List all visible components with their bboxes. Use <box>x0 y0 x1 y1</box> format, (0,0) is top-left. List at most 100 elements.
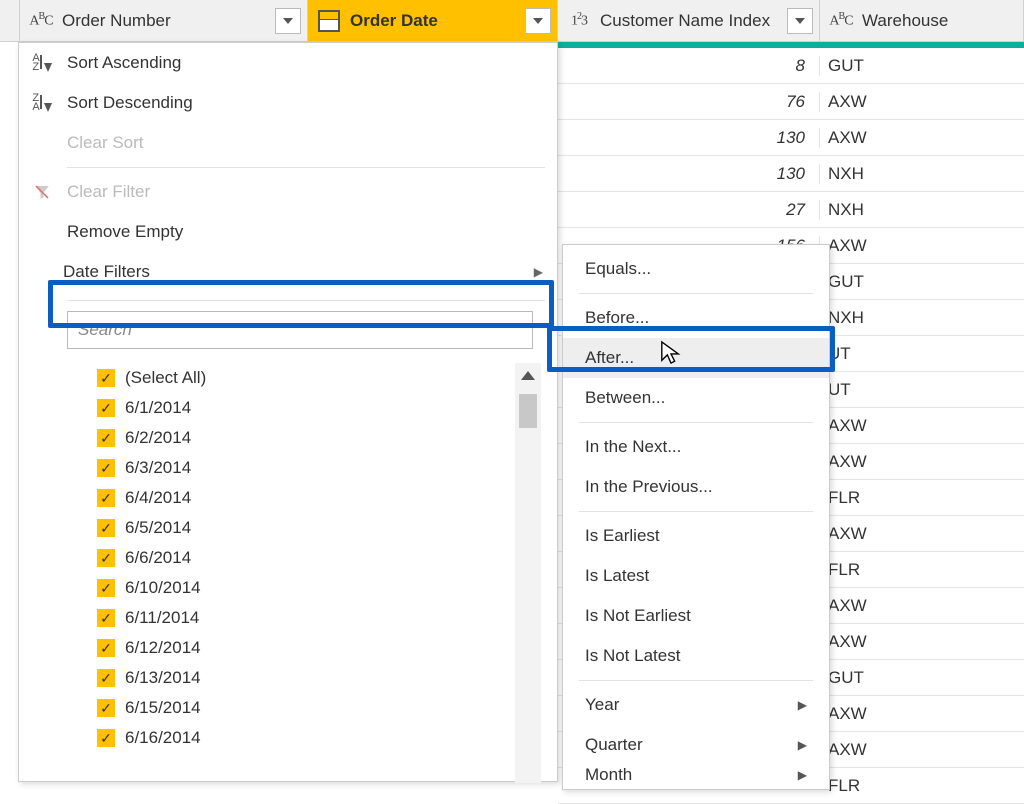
checkbox-checked-icon[interactable]: ✓ <box>97 429 115 447</box>
checkbox-checked-icon[interactable]: ✓ <box>97 729 115 747</box>
filter-value-item[interactable]: ✓6/10/2014 <box>97 573 539 603</box>
checkbox-checked-icon[interactable]: ✓ <box>97 369 115 387</box>
submenu-in-next[interactable]: In the Next... <box>563 427 829 467</box>
scroll-thumb[interactable] <box>519 394 537 428</box>
submenu-year[interactable]: Year▶ <box>563 685 829 725</box>
cell-warehouse: UT <box>820 344 1024 364</box>
filter-value-item[interactable]: ✓6/5/2014 <box>97 513 539 543</box>
submenu-is-not-earliest[interactable]: Is Not Earliest <box>563 596 829 636</box>
checkbox-checked-icon[interactable]: ✓ <box>97 579 115 597</box>
table-row[interactable]: 27NXH <box>558 192 1024 228</box>
scroll-up-icon[interactable] <box>521 371 535 380</box>
menu-separator <box>67 300 545 301</box>
scrollbar[interactable] <box>515 363 541 783</box>
submenu-is-not-latest[interactable]: Is Not Latest <box>563 636 829 676</box>
filter-value-item[interactable]: ✓ 6/11/2014 <box>97 603 539 633</box>
filter-search-input[interactable]: Search <box>67 311 533 349</box>
filter-value-item[interactable]: ✓ 6/4/2014 <box>97 483 539 513</box>
filter-value-item[interactable]: ✓6/15/2014 <box>97 693 539 723</box>
checkbox-checked-icon[interactable]: ✓ <box>97 459 115 477</box>
menu-remove-empty[interactable]: Remove Empty <box>19 212 557 252</box>
table-row[interactable]: 8GUT <box>558 48 1024 84</box>
submenu-label: In the Next... <box>585 437 681 457</box>
filter-value-item[interactable]: ✓(Select All) <box>97 363 539 393</box>
cell-warehouse: AXW <box>820 416 1024 436</box>
table-row[interactable]: 130AXW <box>558 120 1024 156</box>
filter-value-item[interactable]: ✓ 6/3/2014 <box>97 453 539 483</box>
cell-customer-index: 27 <box>558 200 820 220</box>
column-filter-button[interactable] <box>275 8 301 34</box>
cell-customer-index: 130 <box>558 128 820 148</box>
cell-warehouse: FLR <box>820 560 1024 580</box>
column-header-order-date[interactable]: Order Date <box>308 0 558 41</box>
filter-value-item[interactable]: ✓6/6/2014 <box>97 543 539 573</box>
menu-clear-sort: Clear Sort <box>19 123 557 163</box>
cell-warehouse: AXW <box>820 128 1024 148</box>
checkbox-checked-icon[interactable]: ✓ <box>97 639 115 657</box>
submenu-in-previous[interactable]: In the Previous... <box>563 467 829 507</box>
date-type-icon <box>314 6 344 36</box>
column-headers: ABC Order Number Order Date 123 Customer… <box>0 0 1024 42</box>
filter-value-item[interactable]: ✓6/2/2014 <box>97 423 539 453</box>
column-filter-button[interactable] <box>525 8 551 34</box>
menu-sort-ascending[interactable]: AZ Sort Ascending <box>19 43 557 83</box>
cell-warehouse: UT <box>820 380 1024 400</box>
submenu-label: Before... <box>585 308 649 328</box>
filter-value-item[interactable]: ✓6/1/2014 <box>97 393 539 423</box>
cell-warehouse: AXW <box>820 236 1024 256</box>
checkbox-checked-icon[interactable]: ✓ <box>97 399 115 417</box>
cell-warehouse: AXW <box>820 596 1024 616</box>
filter-values-panel: ✓(Select All)✓6/1/2014✓6/2/2014✓6/3/2014… <box>67 357 539 753</box>
filter-value-label: 6/3/2014 <box>125 458 191 478</box>
menu-separator <box>579 511 813 512</box>
submenu-equals[interactable]: Equals... <box>563 249 829 289</box>
checkbox-checked-icon[interactable]: ✓ <box>97 549 115 567</box>
column-header-warehouse[interactable]: ABC Warehouse <box>820 0 1024 41</box>
submenu-arrow-icon: ▶ <box>534 265 543 279</box>
column-label: Customer Name Index <box>600 11 781 31</box>
checkbox-checked-icon[interactable]: ✓ <box>97 519 115 537</box>
column-filter-menu: AZ Sort Ascending ZA Sort Descending Cle… <box>18 42 558 782</box>
submenu-quarter[interactable]: Quarter▶ <box>563 725 829 765</box>
column-header-customer-index[interactable]: 123 Customer Name Index <box>558 0 820 41</box>
submenu-before[interactable]: Before... <box>563 298 829 338</box>
submenu-label: Quarter <box>585 735 643 755</box>
filter-value-label: 6/11/2014 <box>125 608 199 628</box>
menu-date-filters[interactable]: Date Filters ▶ <box>19 252 557 292</box>
submenu-label: In the Previous... <box>585 477 713 497</box>
menu-separator <box>579 422 813 423</box>
checkbox-checked-icon[interactable]: ✓ <box>97 489 115 507</box>
cell-warehouse: GUT <box>820 56 1024 76</box>
column-label: Order Date <box>350 11 519 31</box>
sort-desc-icon: ZA <box>29 94 55 112</box>
menu-sort-descending[interactable]: ZA Sort Descending <box>19 83 557 123</box>
menu-separator <box>579 293 813 294</box>
submenu-after[interactable]: After... <box>563 338 829 378</box>
column-header-order-number[interactable]: ABC Order Number <box>20 0 308 41</box>
checkbox-checked-icon[interactable]: ✓ <box>97 609 115 627</box>
menu-clear-filter: Clear Filter <box>19 172 557 212</box>
filter-values-list: ✓(Select All)✓6/1/2014✓6/2/2014✓6/3/2014… <box>67 357 539 753</box>
filter-value-item[interactable]: ✓6/13/2014 <box>97 663 539 693</box>
submenu-arrow-icon: ▶ <box>798 768 807 782</box>
cell-warehouse: GUT <box>820 668 1024 688</box>
column-filter-button[interactable] <box>787 8 813 34</box>
filter-value-item[interactable]: ✓6/16/2014 <box>97 723 539 753</box>
menu-label: Sort Ascending <box>67 53 181 73</box>
submenu-is-earliest[interactable]: Is Earliest <box>563 516 829 556</box>
submenu-month[interactable]: Month▶ <box>563 765 829 785</box>
filter-value-label: 6/12/2014 <box>125 638 201 658</box>
chevron-down-icon <box>283 18 293 24</box>
submenu-between[interactable]: Between... <box>563 378 829 418</box>
submenu-is-latest[interactable]: Is Latest <box>563 556 829 596</box>
checkbox-checked-icon[interactable]: ✓ <box>97 699 115 717</box>
filter-value-item[interactable]: ✓ 6/12/2014 <box>97 633 539 663</box>
checkbox-checked-icon[interactable]: ✓ <box>97 669 115 687</box>
table-row[interactable]: 76AXW <box>558 84 1024 120</box>
table-row[interactable]: 130NXH <box>558 156 1024 192</box>
filter-value-label: 6/4/2014 <box>125 488 191 508</box>
column-label: Warehouse <box>862 11 1023 31</box>
menu-label: Sort Descending <box>67 93 193 113</box>
chevron-down-icon <box>795 18 805 24</box>
column-label: Order Number <box>62 11 269 31</box>
